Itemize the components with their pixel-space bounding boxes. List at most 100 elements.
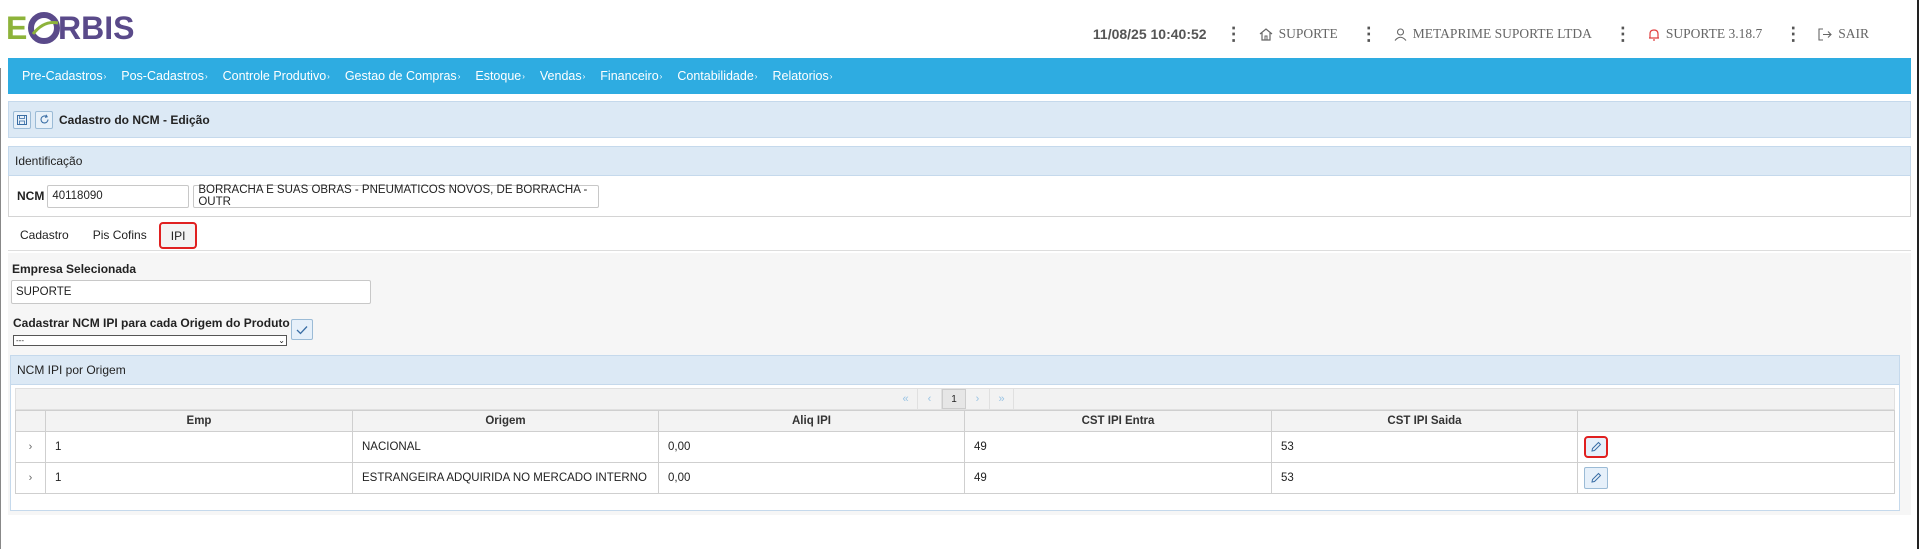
column-header-cst-ipi-entra[interactable]: CST IPI Entra <box>964 410 1272 432</box>
ncm-code-field[interactable]: 40118090 <box>47 184 190 208</box>
ncm-ipi-panel: NCM IPI por Origem « ‹ 1 › » Emp Origem … <box>10 355 1900 511</box>
header-right: 11/08/25 10:40:52 ⋮ SUPORTE ⋮ METAPRIME … <box>1093 22 1869 46</box>
header-company-short[interactable]: SUPORTE <box>1259 26 1338 42</box>
ncm-description-field[interactable]: BORRACHA E SUAS OBRAS - PNEUMATICOS NOVO… <box>193 184 600 208</box>
header-company-name[interactable]: METAPRIME SUPORTE LTDA <box>1394 26 1592 42</box>
caret-right-icon: › <box>103 72 107 81</box>
company-short-label: SUPORTE <box>1278 26 1338 41</box>
home-icon <box>1259 27 1272 41</box>
nav-item-vendas[interactable]: Vendas› <box>540 69 585 83</box>
edit-toolbar: Cadastro do NCM - Edição <box>8 101 1911 138</box>
nav-item-contabilidade[interactable]: Contabilidade› <box>677 69 757 83</box>
nav-item-controle-produtivo[interactable]: Controle Produtivo› <box>223 69 330 83</box>
tab-bar: Cadastro Pis Cofins IPI <box>8 219 198 249</box>
caret-right-icon: › <box>659 72 663 81</box>
table-row: › 1 NACIONAL 0,00 49 53 <box>15 431 1895 463</box>
cell-emp: 1 <box>45 462 353 494</box>
cell-origem: ESTRANGEIRA ADQUIRIDA NO MERCADO INTERNO <box>352 462 659 494</box>
cell-cst-ipi-saida: 53 <box>1271 431 1578 463</box>
identificacao-body: NCM 40118090 BORRACHA E SUAS OBRAS - PNE… <box>8 176 1911 217</box>
nav-label: Controle Produtivo <box>222 69 327 83</box>
chevron-right-icon: › <box>28 472 33 484</box>
expand-column-header <box>15 410 46 432</box>
tab-pis-cofins[interactable]: Pis Cofins <box>81 221 159 249</box>
pager-bar: « ‹ 1 › » <box>15 388 1895 410</box>
identificacao-header: Identificação <box>8 146 1911 176</box>
nav-item-pre-cadastros[interactable]: Pre-Cadastros› <box>22 69 106 83</box>
edit-row-button[interactable] <box>1584 467 1608 489</box>
edit-row-button[interactable] <box>1584 436 1608 458</box>
caret-right-icon: › <box>327 72 330 81</box>
nav-label: Vendas <box>539 69 582 83</box>
caret-right-icon: › <box>204 72 208 81</box>
svg-text:RBIS: RBIS <box>58 10 134 46</box>
refresh-button[interactable] <box>35 110 53 129</box>
check-icon <box>296 325 308 334</box>
more-vert-icon[interactable]: ⋮ <box>1784 24 1802 45</box>
ncm-ipi-panel-title: NCM IPI por Origem <box>17 363 126 377</box>
empresa-label: Empresa Selecionada <box>12 262 137 276</box>
origem-select-value: --- <box>16 336 24 345</box>
column-header-origem[interactable]: Origem <box>352 410 659 432</box>
column-header-aliq-ipi[interactable]: Aliq IPI <box>658 410 965 432</box>
logout-label: SAIR <box>1838 26 1869 41</box>
cell-origem: NACIONAL <box>352 431 659 463</box>
page-title: Cadastro do NCM - Edição <box>59 112 210 127</box>
tab-ipi[interactable]: IPI <box>158 222 198 249</box>
company-name-label: METAPRIME SUPORTE LTDA <box>1412 26 1592 41</box>
prev-page-button[interactable]: ‹ <box>918 389 942 409</box>
confirm-button[interactable] <box>291 319 313 340</box>
actions-column-header <box>1577 410 1895 432</box>
nav-item-estoque[interactable]: Estoque› <box>475 69 525 83</box>
last-page-button[interactable]: » <box>990 389 1014 409</box>
expand-row-button[interactable]: › <box>15 462 46 494</box>
cadastrar-label: Cadastrar NCM IPI para cada Origem do Pr… <box>13 316 290 330</box>
nav-label: Contabilidade <box>677 69 754 83</box>
nav-label: Estoque <box>475 69 522 83</box>
expand-row-button[interactable]: › <box>15 431 46 463</box>
nav-item-gestao-de-compras[interactable]: Gestao de Compras› <box>345 69 461 83</box>
ncm-label: NCM <box>17 189 45 203</box>
ipi-tab-content: Empresa Selecionada SUPORTE Cadastrar NC… <box>8 253 1911 515</box>
window-left-border <box>0 0 1 549</box>
datetime: 11/08/25 10:40:52 <box>1092 26 1207 42</box>
save-button[interactable] <box>13 110 31 129</box>
nav-label: Financeiro <box>600 69 659 83</box>
column-header-cst-ipi-saida[interactable]: CST IPI Saida <box>1271 410 1578 432</box>
eorbis-logo-icon: E RBIS <box>6 10 134 46</box>
ncm-ipi-table: Emp Origem Aliq IPI CST IPI Entra CST IP… <box>15 410 1895 494</box>
app-logo[interactable]: E RBIS <box>6 8 156 48</box>
header-version[interactable]: SUPORTE 3.18.7 <box>1648 26 1762 42</box>
save-icon <box>17 114 27 125</box>
bell-icon <box>1648 28 1659 41</box>
nav-item-relatorios[interactable]: Relatorios› <box>772 69 832 83</box>
next-page-button[interactable]: › <box>966 389 990 409</box>
table-row: › 1 ESTRANGEIRA ADQUIRIDA NO MERCADO INT… <box>15 462 1895 494</box>
origem-select[interactable]: --- ⌄ <box>13 335 287 346</box>
tab-divider <box>8 250 1911 251</box>
nav-label: Relatorios <box>772 69 829 83</box>
empresa-field[interactable]: SUPORTE <box>11 280 371 304</box>
more-vert-icon[interactable]: ⋮ <box>1360 24 1378 45</box>
pencil-icon <box>1591 472 1602 483</box>
nav-label: Gestao de Compras <box>344 69 457 83</box>
caret-right-icon: › <box>829 72 833 81</box>
chevron-down-icon: ⌄ <box>278 336 285 345</box>
first-page-button[interactable]: « <box>894 389 918 409</box>
nav-label: Pos-Cadastros <box>121 69 204 83</box>
column-header-emp[interactable]: Emp <box>45 410 353 432</box>
cell-actions <box>1577 462 1895 494</box>
more-vert-icon[interactable]: ⋮ <box>1225 24 1243 45</box>
caret-right-icon: › <box>457 72 461 81</box>
more-vert-icon[interactable]: ⋮ <box>1614 24 1632 45</box>
nav-item-financeiro[interactable]: Financeiro› <box>600 69 662 83</box>
tab-cadastro[interactable]: Cadastro <box>8 221 81 249</box>
logout-button[interactable]: SAIR <box>1818 26 1869 42</box>
nav-item-pos-cadastros[interactable]: Pos-Cadastros› <box>121 69 207 83</box>
current-page-button[interactable]: 1 <box>942 389 966 409</box>
svg-text:E: E <box>6 10 27 46</box>
user-icon <box>1394 27 1407 41</box>
cell-actions <box>1577 431 1895 463</box>
logout-icon <box>1818 27 1833 41</box>
cell-cst-ipi-saida: 53 <box>1271 462 1578 494</box>
